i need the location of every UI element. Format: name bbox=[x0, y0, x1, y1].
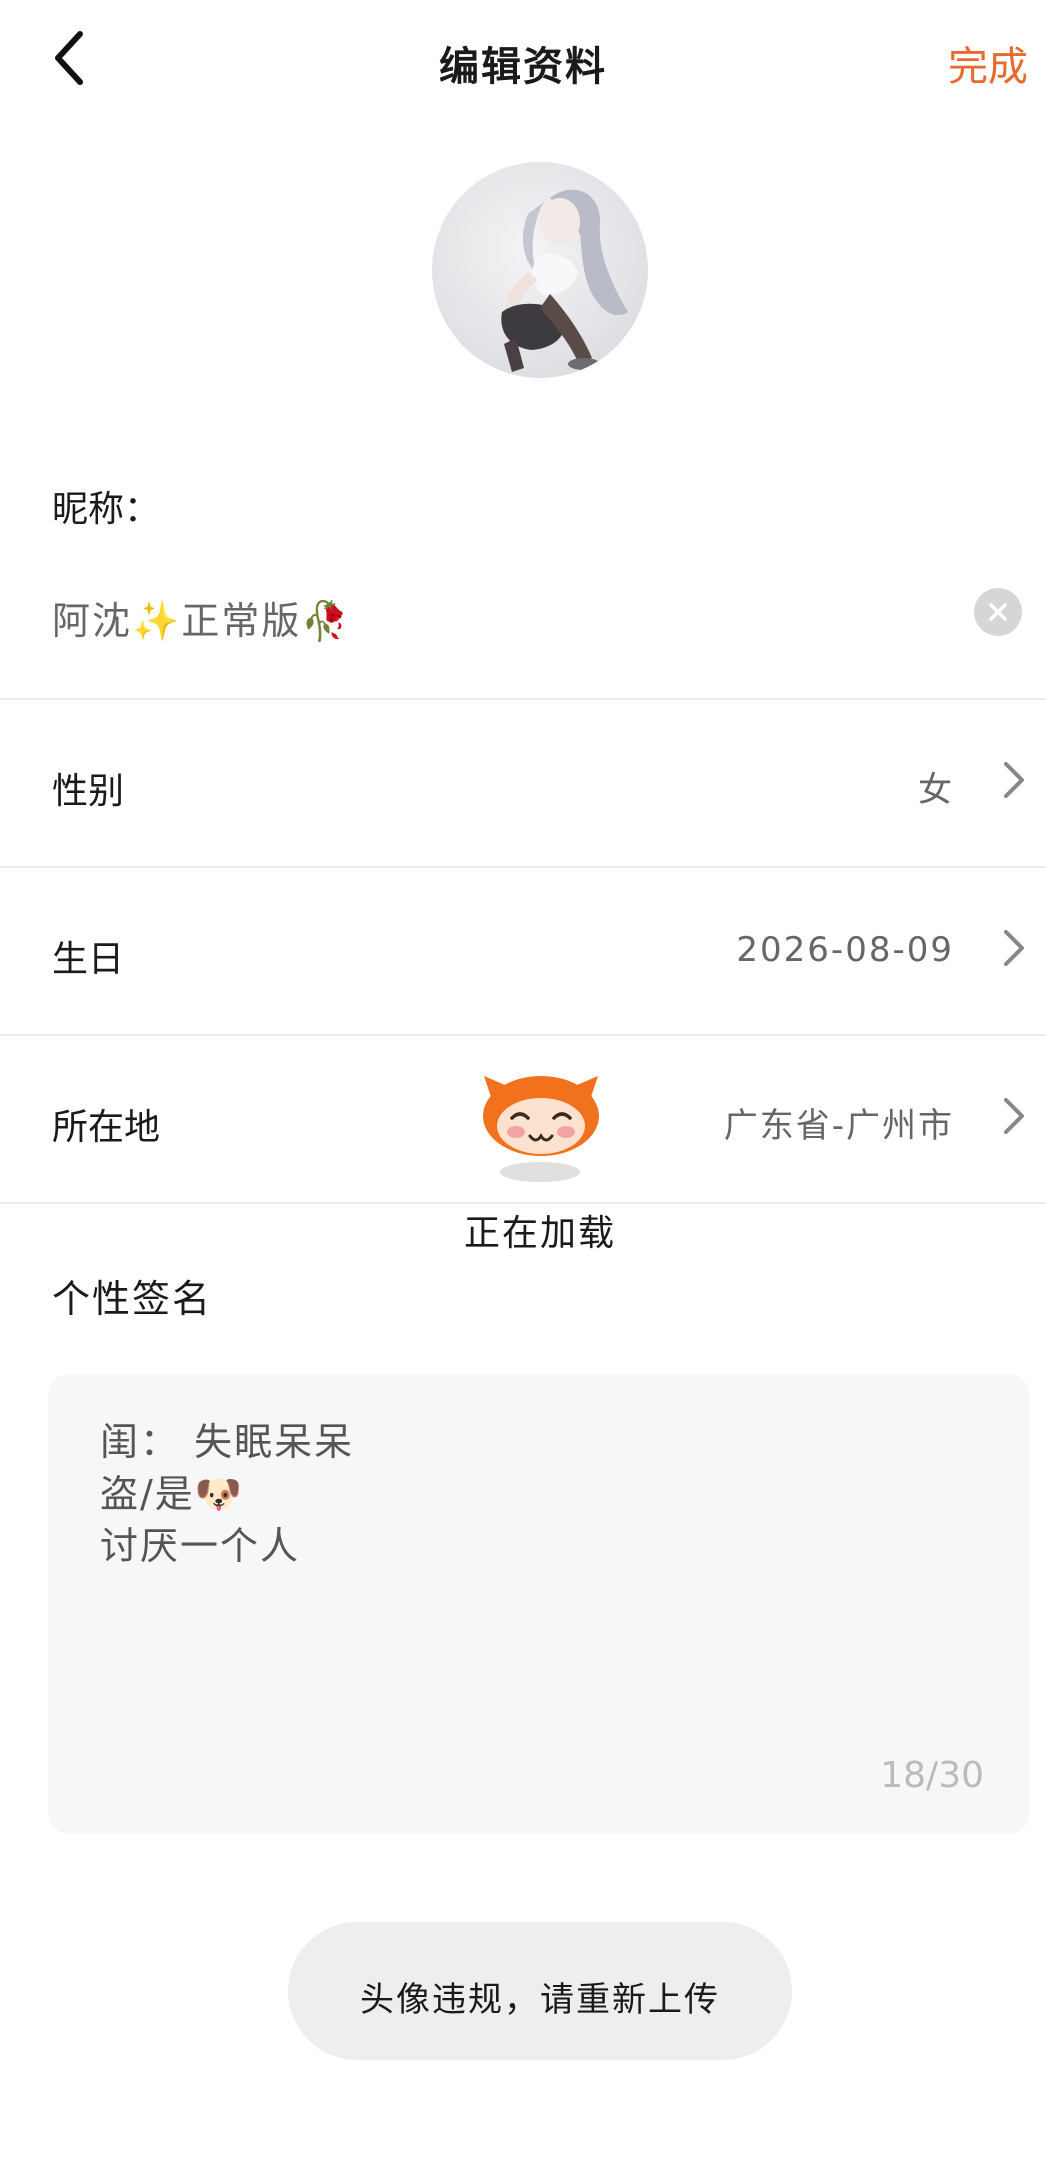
chevron-right-icon bbox=[1004, 762, 1024, 798]
chevron-right-icon bbox=[1004, 1098, 1024, 1134]
birthday-value: 2026-08-09 bbox=[736, 930, 954, 970]
avatar-figure-image bbox=[501, 189, 628, 372]
avatar[interactable] bbox=[432, 162, 648, 378]
signature-text: 闺： 失眠呆呆 盗/是🐶 讨厌一个人 bbox=[100, 1420, 355, 1568]
birthday-row[interactable]: 生日 2026-08-09 bbox=[0, 868, 1046, 1034]
wilted-rose-icon: 🥀 bbox=[301, 599, 351, 643]
sparkle-icon: ✨ bbox=[132, 599, 182, 643]
nickname-label: 昵称： bbox=[52, 489, 161, 530]
clear-nickname-button[interactable] bbox=[974, 588, 1022, 636]
chevron-right-icon bbox=[1004, 930, 1024, 966]
toast-message: 头像违规，请重新上传 bbox=[288, 1922, 792, 2060]
done-button[interactable]: 完成 bbox=[948, 34, 1028, 92]
page-title: 编辑资料 bbox=[439, 44, 607, 90]
close-icon bbox=[989, 603, 1007, 621]
signature-label: 个性签名 bbox=[52, 1277, 213, 1321]
birthday-label: 生日 bbox=[52, 939, 125, 980]
location-label: 所在地 bbox=[52, 1107, 161, 1148]
nickname-text-2: 正常版 bbox=[181, 599, 302, 643]
loading-text: 正在加载 bbox=[463, 1213, 616, 1254]
location-value: 广东省-广州市 bbox=[723, 1106, 954, 1146]
nickname-input[interactable]: 阿沈✨正常版🥀 bbox=[52, 590, 351, 645]
loading-mascot-icon bbox=[483, 1076, 599, 1182]
nickname-text-1: 阿沈 bbox=[52, 599, 133, 643]
gender-label: 性别 bbox=[52, 771, 125, 812]
signature-textarea[interactable]: 闺： 失眠呆呆 盗/是🐶 讨厌一个人 18/30 bbox=[48, 1374, 1030, 1834]
gender-row[interactable]: 性别 女 bbox=[0, 700, 1046, 866]
toast-text: 头像违规，请重新上传 bbox=[360, 1980, 720, 2020]
header-bar: 编辑资料 完成 bbox=[0, 0, 1046, 120]
signature-char-counter: 18/30 bbox=[880, 1755, 984, 1796]
gender-value: 女 bbox=[918, 770, 954, 810]
